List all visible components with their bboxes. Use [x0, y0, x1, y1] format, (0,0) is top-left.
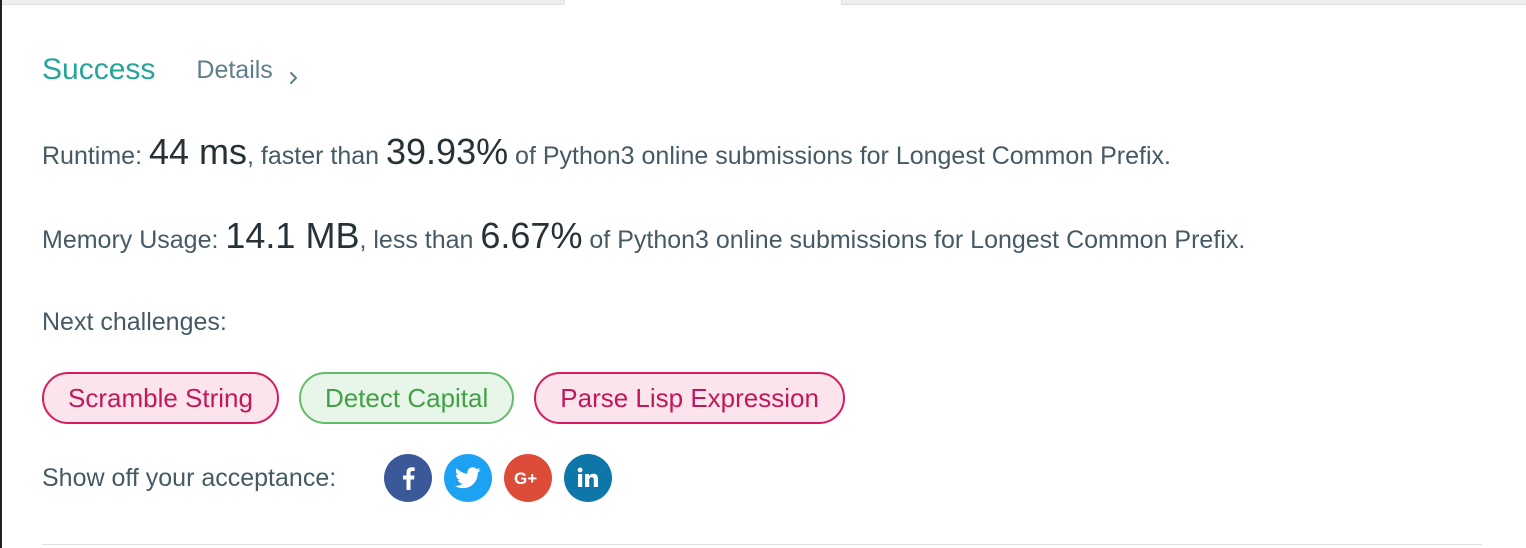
linkedin-icon — [577, 467, 599, 487]
challenge-detect-capital[interactable]: Detect Capital — [298, 372, 515, 424]
runtime-stat: Runtime: 44 ms, faster than 39.93% of Py… — [42, 131, 1171, 173]
google-plus-share-button[interactable]: G+ — [504, 454, 553, 502]
twitter-share-button[interactable] — [444, 454, 493, 502]
facebook-icon — [403, 467, 415, 490]
share-row: Show off your acceptance: G+ — [42, 453, 613, 503]
runtime-comparison: , faster than — [247, 142, 386, 170]
next-challenges-label: Next challenges: — [42, 308, 227, 336]
status-row: Success Details — [42, 50, 301, 90]
memory-comparison: , less than — [359, 226, 481, 254]
facebook-share-button[interactable] — [384, 454, 433, 502]
challenge-scramble-string[interactable]: Scramble String — [42, 372, 279, 424]
details-label: Details — [196, 55, 273, 84]
svg-text:G+: G+ — [514, 469, 537, 488]
runtime-label: Runtime: — [42, 142, 149, 170]
twitter-icon — [455, 467, 481, 489]
tab-strip-right — [841, 0, 1526, 5]
runtime-value: 44 ms — [148, 131, 248, 172]
bottom-divider — [42, 544, 1482, 545]
next-challenges-list: Scramble String Detect Capital Parse Lis… — [42, 372, 845, 424]
challenge-parse-lisp-expression[interactable]: Parse Lisp Expression — [534, 372, 845, 424]
chevron-right-icon — [287, 63, 301, 84]
memory-value: 14.1 MB — [225, 215, 360, 256]
social-share-buttons: G+ — [384, 454, 613, 502]
tab-strip-left — [2, 0, 564, 5]
memory-label: Memory Usage: — [42, 226, 226, 254]
memory-stat: Memory Usage: 14.1 MB, less than 6.67% o… — [42, 215, 1245, 257]
linkedin-share-button[interactable] — [564, 454, 613, 502]
details-link[interactable]: Details — [196, 56, 300, 85]
runtime-suffix: of Python3 online submissions for Longes… — [508, 142, 1171, 170]
runtime-percent: 39.93% — [386, 131, 509, 172]
status-label: Success — [42, 53, 156, 86]
google-plus-icon: G+ — [514, 469, 537, 488]
share-label: Show off your acceptance: — [42, 463, 337, 492]
memory-suffix: of Python3 online submissions for Longes… — [582, 226, 1246, 254]
tab-divider — [564, 0, 565, 4]
memory-percent: 6.67% — [480, 215, 583, 256]
window-left-border — [0, 0, 2, 548]
